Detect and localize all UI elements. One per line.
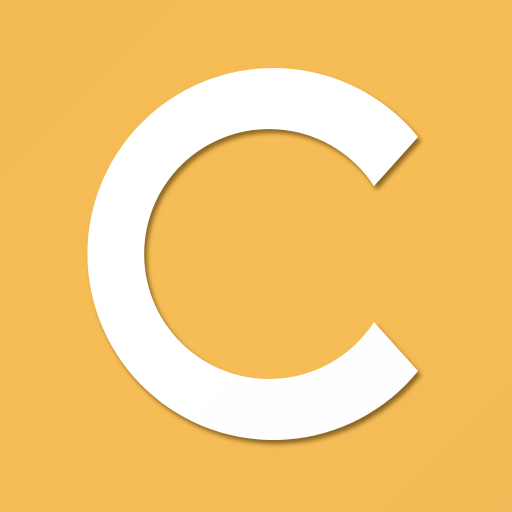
app-icon xyxy=(0,0,512,512)
letter-c-shape xyxy=(87,67,419,440)
letter-c-logo-icon xyxy=(87,67,419,440)
